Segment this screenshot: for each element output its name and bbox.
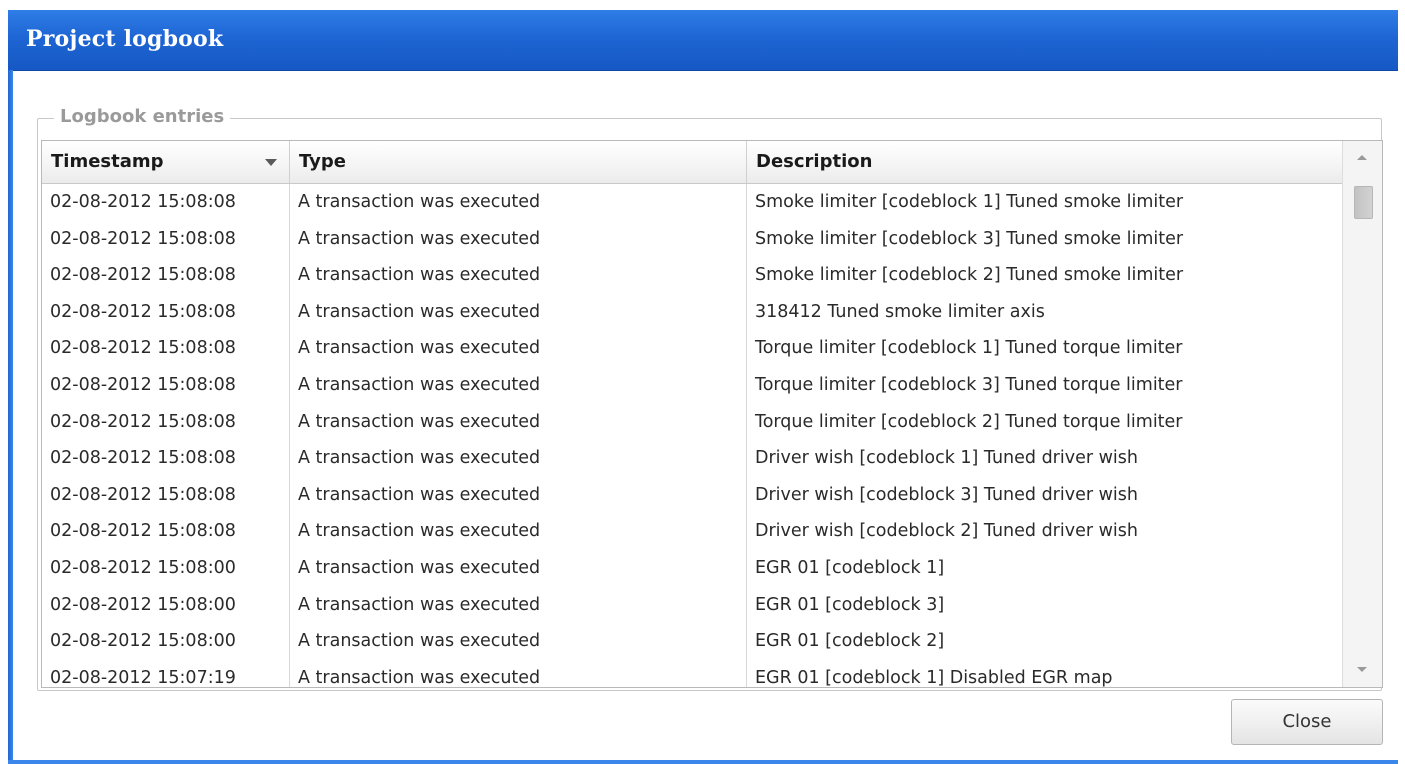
cell-description: Driver wish [codeblock 2] Tuned driver w… [755, 521, 1138, 542]
table-row[interactable]: 02-08-2012 15:08:08 A transaction was exe… [42, 513, 1342, 550]
table-row[interactable]: 02-08-2012 15:08:00 A transaction was exe… [42, 586, 1342, 624]
window-title: Project logbook [26, 26, 224, 52]
column-header-label: Description [756, 151, 873, 172]
vertical-scrollbar[interactable] [1342, 141, 1382, 687]
window-frame-right [1398, 10, 1405, 764]
table-row[interactable]: 02-08-2012 15:08:08 A transaction was exe… [42, 367, 1342, 404]
column-header-timestamp[interactable]: Timestamp [42, 141, 290, 183]
title-bar[interactable]: Project logbook [8, 10, 1398, 71]
cell-description: Smoke limiter [codeblock 2] Tuned smoke … [755, 265, 1184, 286]
cell-description: Torque limiter [codeblock 3] Tuned torqu… [755, 375, 1183, 395]
arrow-down-icon [1357, 667, 1367, 672]
cell-type: A transaction was executed [290, 220, 747, 258]
column-header-label: Timestamp [51, 151, 164, 172]
cell-description: Smoke limiter [codeblock 1] Tuned smoke … [755, 192, 1184, 212]
cell-type: A transaction was executed [290, 367, 747, 404]
project-logbook-window: Project logbook Logbook entries Timestam… [0, 0, 1405, 764]
table-row[interactable]: 02-08-2012 15:08:08 A transaction was exe… [42, 257, 1342, 294]
column-header-label: Type [299, 151, 346, 172]
cell-type: A transaction was executed [290, 586, 747, 624]
cell-timestamp: 02-08-2012 15:08:08 [42, 513, 290, 550]
cell-type: A transaction was executed [290, 659, 747, 687]
cell-description: Driver wish [codeblock 1] Tuned driver w… [755, 448, 1138, 469]
sort-descending-icon [265, 159, 277, 166]
window-frame-bottom [8, 760, 1398, 764]
cell-type: A transaction was executed [290, 550, 747, 587]
scroll-up-button[interactable] [1343, 141, 1382, 175]
logbook-entries-legend: Logbook entries [54, 106, 231, 127]
cell-timestamp: 02-08-2012 15:08:08 [42, 257, 290, 294]
table-row[interactable]: 02-08-2012 15:08:08 A transaction was exe… [42, 330, 1342, 367]
column-header-description[interactable]: Description [747, 141, 1342, 183]
cell-type: A transaction was executed [290, 184, 747, 221]
grid-body: 02-08-2012 15:08:08 A transaction was exe… [42, 184, 1342, 687]
cell-timestamp: 02-08-2012 15:07:19 [42, 659, 290, 687]
cell-description: Smoke limiter [codeblock 3] Tuned smoke … [755, 228, 1184, 249]
table-row[interactable]: 02-08-2012 15:07:19 A transaction was exe… [42, 659, 1342, 687]
cell-timestamp: 02-08-2012 15:08:08 [42, 367, 290, 404]
table-row[interactable]: 02-08-2012 15:08:00 A transaction was exe… [42, 623, 1342, 660]
column-header-type[interactable]: Type [290, 141, 747, 183]
table-row[interactable]: 02-08-2012 15:08:08 A transaction was exe… [42, 403, 1342, 441]
cell-type: A transaction was executed [290, 257, 747, 294]
table-row[interactable]: 02-08-2012 15:08:08 A transaction was exe… [42, 293, 1342, 331]
desktop-edge [0, 0, 8, 764]
scroll-down-button[interactable] [1343, 653, 1382, 687]
cell-type: A transaction was executed [290, 440, 747, 477]
close-button[interactable]: Close [1231, 699, 1383, 745]
cell-timestamp: 02-08-2012 15:08:08 [42, 476, 290, 514]
cell-type: A transaction was executed [290, 403, 747, 441]
table-row[interactable]: 02-08-2012 15:08:00 A transaction was exe… [42, 550, 1342, 587]
cell-description: EGR 01 [codeblock 1] Disabled EGR map [755, 667, 1113, 687]
cell-timestamp: 02-08-2012 15:08:00 [42, 550, 290, 587]
cell-description: EGR 01 [codeblock 2] [755, 631, 945, 652]
cell-timestamp: 02-08-2012 15:08:08 [42, 440, 290, 477]
scroll-thumb[interactable] [1354, 186, 1373, 219]
grid-header: Timestamp Type Description [42, 141, 1342, 184]
cell-type: A transaction was executed [290, 513, 747, 550]
table-row[interactable]: 02-08-2012 15:08:08 A transaction was exe… [42, 184, 1342, 221]
cell-description: 318412 Tuned smoke limiter axis [755, 301, 1045, 322]
cell-timestamp: 02-08-2012 15:08:08 [42, 184, 290, 221]
cell-timestamp: 02-08-2012 15:08:08 [42, 293, 290, 331]
logbook-grid: Timestamp Type Description 02-08-2012 15… [41, 140, 1383, 688]
arrow-up-icon [1357, 155, 1367, 160]
table-row[interactable]: 02-08-2012 15:08:08 A transaction was exe… [42, 440, 1342, 477]
cell-type: A transaction was executed [290, 330, 747, 367]
cell-type: A transaction was executed [290, 623, 747, 660]
cell-timestamp: 02-08-2012 15:08:08 [42, 220, 290, 258]
cell-type: A transaction was executed [290, 293, 747, 331]
table-row[interactable]: 02-08-2012 15:08:08 A transaction was exe… [42, 220, 1342, 258]
cell-description: Torque limiter [codeblock 2] Tuned torqu… [755, 411, 1183, 432]
table-row[interactable]: 02-08-2012 15:08:08 A transaction was exe… [42, 476, 1342, 514]
cell-timestamp: 02-08-2012 15:08:08 [42, 403, 290, 441]
cell-timestamp: 02-08-2012 15:08:00 [42, 586, 290, 624]
cell-description: Torque limiter [codeblock 1] Tuned torqu… [755, 338, 1183, 359]
cell-timestamp: 02-08-2012 15:08:08 [42, 330, 290, 367]
cell-description: EGR 01 [codeblock 3] [755, 594, 945, 615]
cell-type: A transaction was executed [290, 476, 747, 514]
cell-description: Driver wish [codeblock 3] Tuned driver w… [755, 484, 1138, 505]
cell-timestamp: 02-08-2012 15:08:00 [42, 623, 290, 660]
cell-description: EGR 01 [codeblock 1] [755, 558, 945, 578]
